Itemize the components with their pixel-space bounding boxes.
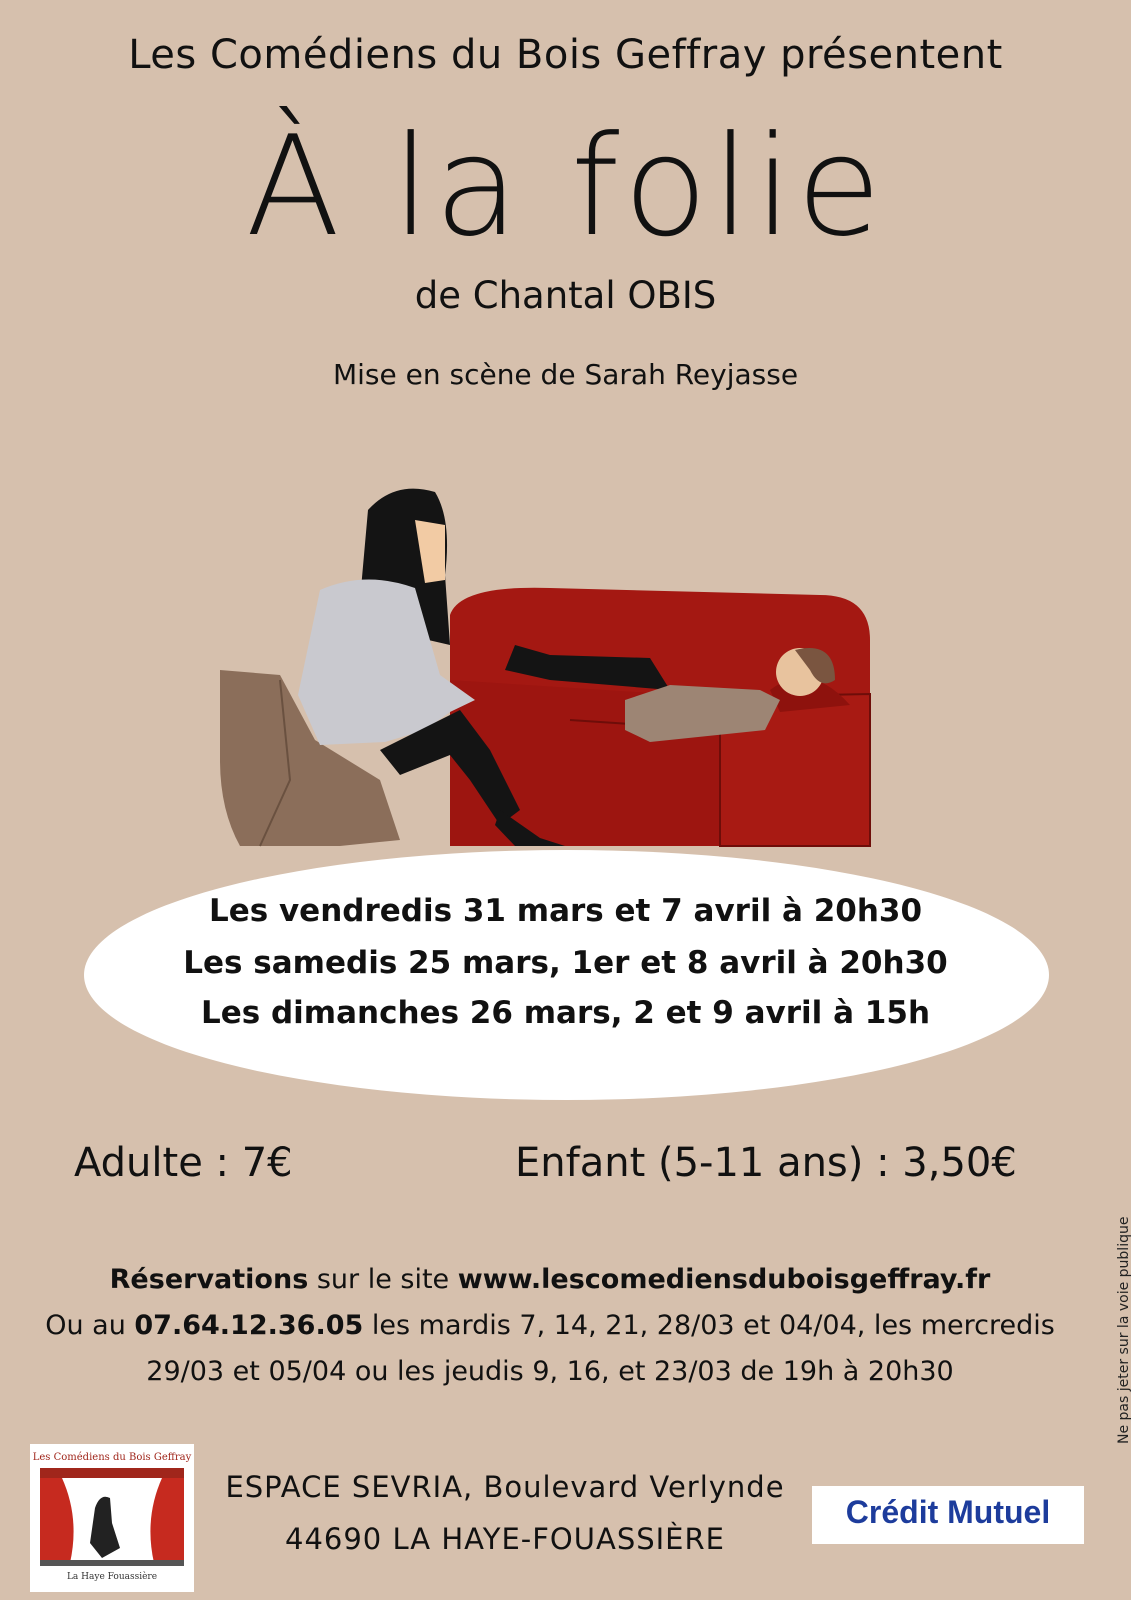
date-line-fridays: Les vendredis 31 mars et 7 avril à 20h30 xyxy=(208,893,923,929)
venue-address-line-1: ESPACE SEVRIA, Boulevard Verlynde xyxy=(225,1470,785,1504)
price-adult: Adulte : 7€ xyxy=(74,1140,293,1186)
price-child: Enfant (5-11 ans) : 3,50€ xyxy=(515,1140,1017,1186)
venue-address-line-2: 44690 LA HAYE-FOUASSIÈRE xyxy=(285,1522,725,1556)
phone-number[interactable]: 07.64.12.36.05 xyxy=(134,1310,363,1341)
reservations-text: sur le site xyxy=(308,1264,458,1295)
sponsor-logo: Crédit Mutuel xyxy=(812,1486,1084,1544)
date-line-saturdays: Les samedis 25 mars, 1er et 8 avril à 20… xyxy=(183,945,948,981)
presenter-line: Les Comédiens du Bois Geffray présentent xyxy=(128,32,1003,78)
logo-bottom-text: La Haye Fouassière xyxy=(66,1572,158,1582)
theatre-stage-icon xyxy=(40,1468,184,1566)
director-line: Mise en scène de Sarah Reyjasse xyxy=(332,358,799,391)
logo-top-text: Les Comédiens du Bois Geffray xyxy=(32,1452,192,1463)
reservations-line-3: 29/03 et 05/04 ou les jeudis 9, 16, et 2… xyxy=(146,1356,954,1387)
phone-schedule: les mardis 7, 14, 21, 28/03 et 04/04, le… xyxy=(363,1310,1055,1341)
play-title: À la folie xyxy=(245,106,886,267)
troupe-logo: Les Comédiens du Bois Geffray La Haye Fo… xyxy=(30,1444,194,1592)
reservations-label: Réservations xyxy=(109,1264,309,1295)
author-line: de Chantal OBIS xyxy=(414,274,717,317)
therapy-scene-illustration xyxy=(220,488,871,847)
reservations-line-1: Réservations sur le site www.lescomedien… xyxy=(0,1262,1100,1297)
reservations-line-2: Ou au 07.64.12.36.05 les mardis 7, 14, 2… xyxy=(0,1308,1100,1343)
website-link[interactable]: www.lescomediensduboisgeffray.fr xyxy=(458,1264,991,1295)
phone-prefix: Ou au xyxy=(45,1310,135,1341)
side-note: Ne pas jeter sur la voie publique xyxy=(1116,1216,1131,1444)
date-line-sundays: Les dimanches 26 mars, 2 et 9 avril à 15… xyxy=(200,995,931,1031)
sponsor-name: Crédit Mutuel xyxy=(845,1494,1051,1530)
